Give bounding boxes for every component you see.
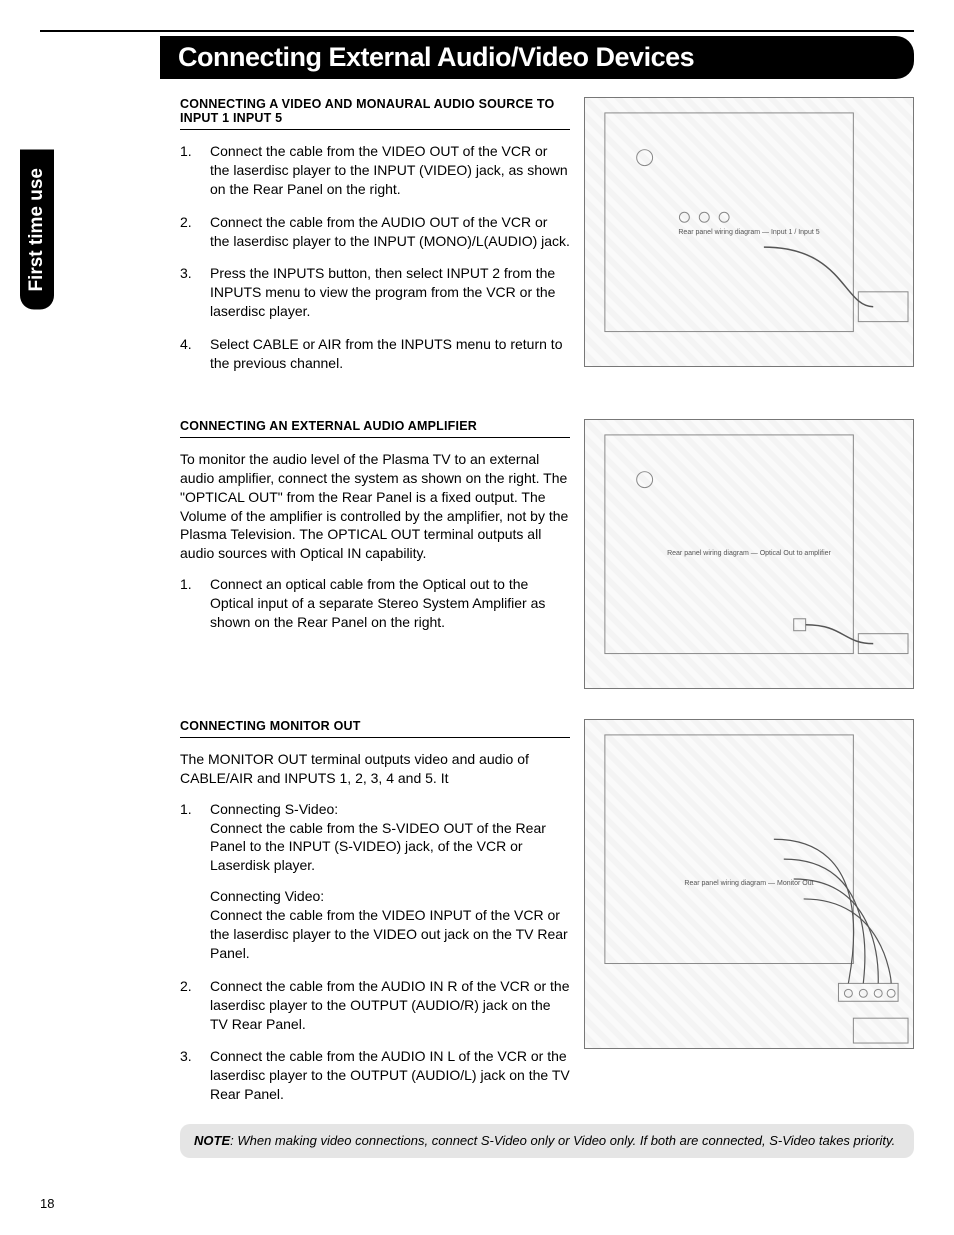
section-amplifier: CONNECTING AN EXTERNAL AUDIO AMPLIFIER T… — [180, 419, 914, 689]
wiring-diagram-icon — [585, 420, 913, 688]
list-lead: Connecting S-Video: — [210, 801, 338, 817]
list-item: 1. Connect an optical cable from the Opt… — [180, 575, 570, 632]
list-number: 2. — [180, 977, 198, 1034]
page-number: 18 — [0, 1188, 954, 1231]
section1-list: 1. Connect the cable from the VIDEO OUT … — [180, 142, 570, 373]
section3-heading: CONNECTING MONITOR OUT — [180, 719, 570, 738]
list-text: Connect an optical cable from the Optica… — [210, 575, 570, 632]
list-item: 2. Connect the cable from the AUDIO OUT … — [180, 213, 570, 251]
list-item: 1. Connecting S-Video: Connect the cable… — [180, 800, 570, 963]
list-body: Connect the cable from the S-VIDEO OUT o… — [210, 820, 546, 874]
list-number: 1. — [180, 575, 198, 632]
diagram-amplifier: Rear panel wiring diagram — Optical Out … — [584, 419, 914, 689]
list-text: Select CABLE or AIR from the INPUTS menu… — [210, 335, 570, 373]
section-video-monaural: CONNECTING A VIDEO AND MONAURAL AUDIO SO… — [180, 97, 914, 389]
section3-list: 1. Connecting S-Video: Connect the cable… — [180, 800, 570, 1104]
list-item: 1. Connect the cable from the VIDEO OUT … — [180, 142, 570, 199]
list-text: Connect the cable from the AUDIO OUT of … — [210, 213, 570, 251]
wiring-diagram-icon — [585, 720, 913, 1048]
list-subsection: Connecting Video: Connect the cable from… — [210, 887, 570, 963]
list-number: 3. — [180, 264, 198, 321]
section1-heading: CONNECTING A VIDEO AND MONAURAL AUDIO SO… — [180, 97, 570, 130]
list-item: 3. Connect the cable from the AUDIO IN L… — [180, 1047, 570, 1104]
section2-heading: CONNECTING AN EXTERNAL AUDIO AMPLIFIER — [180, 419, 570, 438]
list-text: Connect the cable from the AUDIO IN R of… — [210, 977, 570, 1034]
note-label: NOTE — [194, 1133, 230, 1148]
content-area: CONNECTING A VIDEO AND MONAURAL AUDIO SO… — [180, 79, 914, 1120]
list-item: 4. Select CABLE or AIR from the INPUTS m… — [180, 335, 570, 373]
note-text: : When making video connections, connect… — [230, 1133, 895, 1148]
side-tab-label: First time use — [26, 168, 47, 292]
page-title-bar: Connecting External Audio/Video Devices — [160, 36, 914, 79]
list-item: 3. Press the INPUTS button, then select … — [180, 264, 570, 321]
section-monitor-out: CONNECTING MONITOR OUT The MONITOR OUT t… — [180, 719, 914, 1120]
section2-intro: To monitor the audio level of the Plasma… — [180, 450, 570, 563]
page-title: Connecting External Audio/Video Devices — [178, 42, 694, 72]
list-number: 4. — [180, 335, 198, 373]
side-tab: First time use — [20, 150, 54, 310]
list-number: 2. — [180, 213, 198, 251]
diagram-input1-input5: Rear panel wiring diagram — Input 1 / In… — [584, 97, 914, 367]
list-number: 1. — [180, 142, 198, 199]
section2-list: 1. Connect an optical cable from the Opt… — [180, 575, 570, 632]
list-text: Connect the cable from the AUDIO IN L of… — [210, 1047, 570, 1104]
diagram-monitor-out: Rear panel wiring diagram — Monitor Out — [584, 719, 914, 1049]
list-text: Connecting S-Video: Connect the cable fr… — [210, 800, 570, 963]
top-rule — [40, 30, 914, 32]
list-sub-body: Connect the cable from the VIDEO INPUT o… — [210, 907, 568, 961]
section3-intro: The MONITOR OUT terminal outputs video a… — [180, 750, 570, 788]
note-box: NOTE: When making video connections, con… — [180, 1124, 914, 1158]
list-item: 2. Connect the cable from the AUDIO IN R… — [180, 977, 570, 1034]
list-text: Connect the cable from the VIDEO OUT of … — [210, 142, 570, 199]
page: Connecting External Audio/Video Devices … — [0, 0, 954, 1188]
list-sub-lead: Connecting Video: — [210, 888, 324, 904]
list-number: 3. — [180, 1047, 198, 1104]
list-number: 1. — [180, 800, 198, 963]
wiring-diagram-icon — [585, 98, 913, 366]
list-text: Press the INPUTS button, then select INP… — [210, 264, 570, 321]
